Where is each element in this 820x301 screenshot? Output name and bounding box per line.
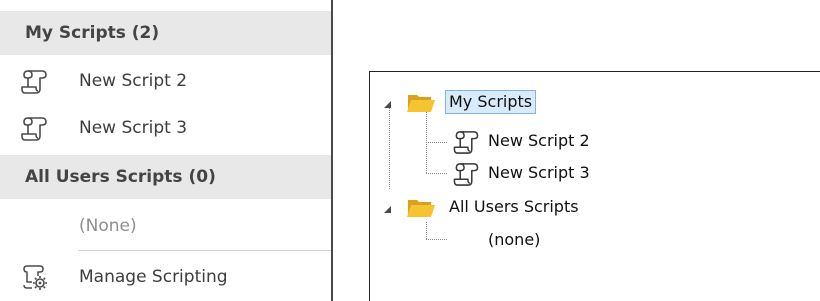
menu-item-none: (None) — [0, 203, 331, 249]
tree-node-new-script-3[interactable]: New Script 3 — [448, 160, 648, 186]
menu-item-manage-scripting[interactable]: Manage Scripting — [0, 254, 331, 300]
tree-connector — [426, 239, 448, 240]
menu-separator — [78, 250, 331, 251]
script-icon — [21, 117, 47, 141]
script-icon — [453, 163, 479, 186]
tree-connector — [426, 173, 448, 174]
menu-item-label: (None) — [79, 216, 137, 236]
tree-node-new-script-2[interactable]: New Script 2 — [448, 128, 648, 154]
tree-node-none: (none) — [448, 229, 568, 255]
script-icon — [453, 131, 479, 154]
tree-node-my-scripts[interactable]: My Scripts — [370, 90, 590, 117]
folder-icon — [407, 95, 435, 112]
tree-node-label: My Scripts — [445, 90, 537, 114]
tree-node-label: (none) — [488, 230, 541, 249]
manage-scripting-icon — [23, 265, 47, 290]
menu-header-my-scripts: My Scripts (2) — [0, 11, 331, 55]
collapse-arrow-icon[interactable] — [384, 206, 391, 213]
menu-item-label: Manage Scripting — [79, 267, 228, 287]
tree-node-label: New Script 2 — [488, 131, 590, 150]
script-tree-view: My Scripts New Script 2 New Script 3 All… — [369, 71, 820, 301]
tree-connector — [426, 222, 427, 239]
menu-item-new-script-2[interactable]: New Script 2 — [0, 58, 331, 104]
menu-header-all-users-scripts: All Users Scripts (0) — [0, 155, 331, 199]
scripts-menu: My Scripts (2) New Script 2 New Script 3… — [0, 0, 333, 301]
menu-item-label: New Script 2 — [79, 71, 188, 91]
tree-node-label: All Users Scripts — [449, 197, 579, 216]
menu-item-new-script-3[interactable]: New Script 3 — [0, 105, 331, 151]
tree-node-label: New Script 3 — [488, 163, 590, 182]
collapse-arrow-icon[interactable] — [384, 101, 391, 108]
script-icon — [21, 70, 47, 94]
tree-connector — [426, 142, 448, 143]
tree-node-all-users-scripts[interactable]: All Users Scripts — [370, 196, 630, 222]
folder-icon — [407, 200, 435, 217]
menu-item-label: New Script 3 — [79, 118, 188, 138]
